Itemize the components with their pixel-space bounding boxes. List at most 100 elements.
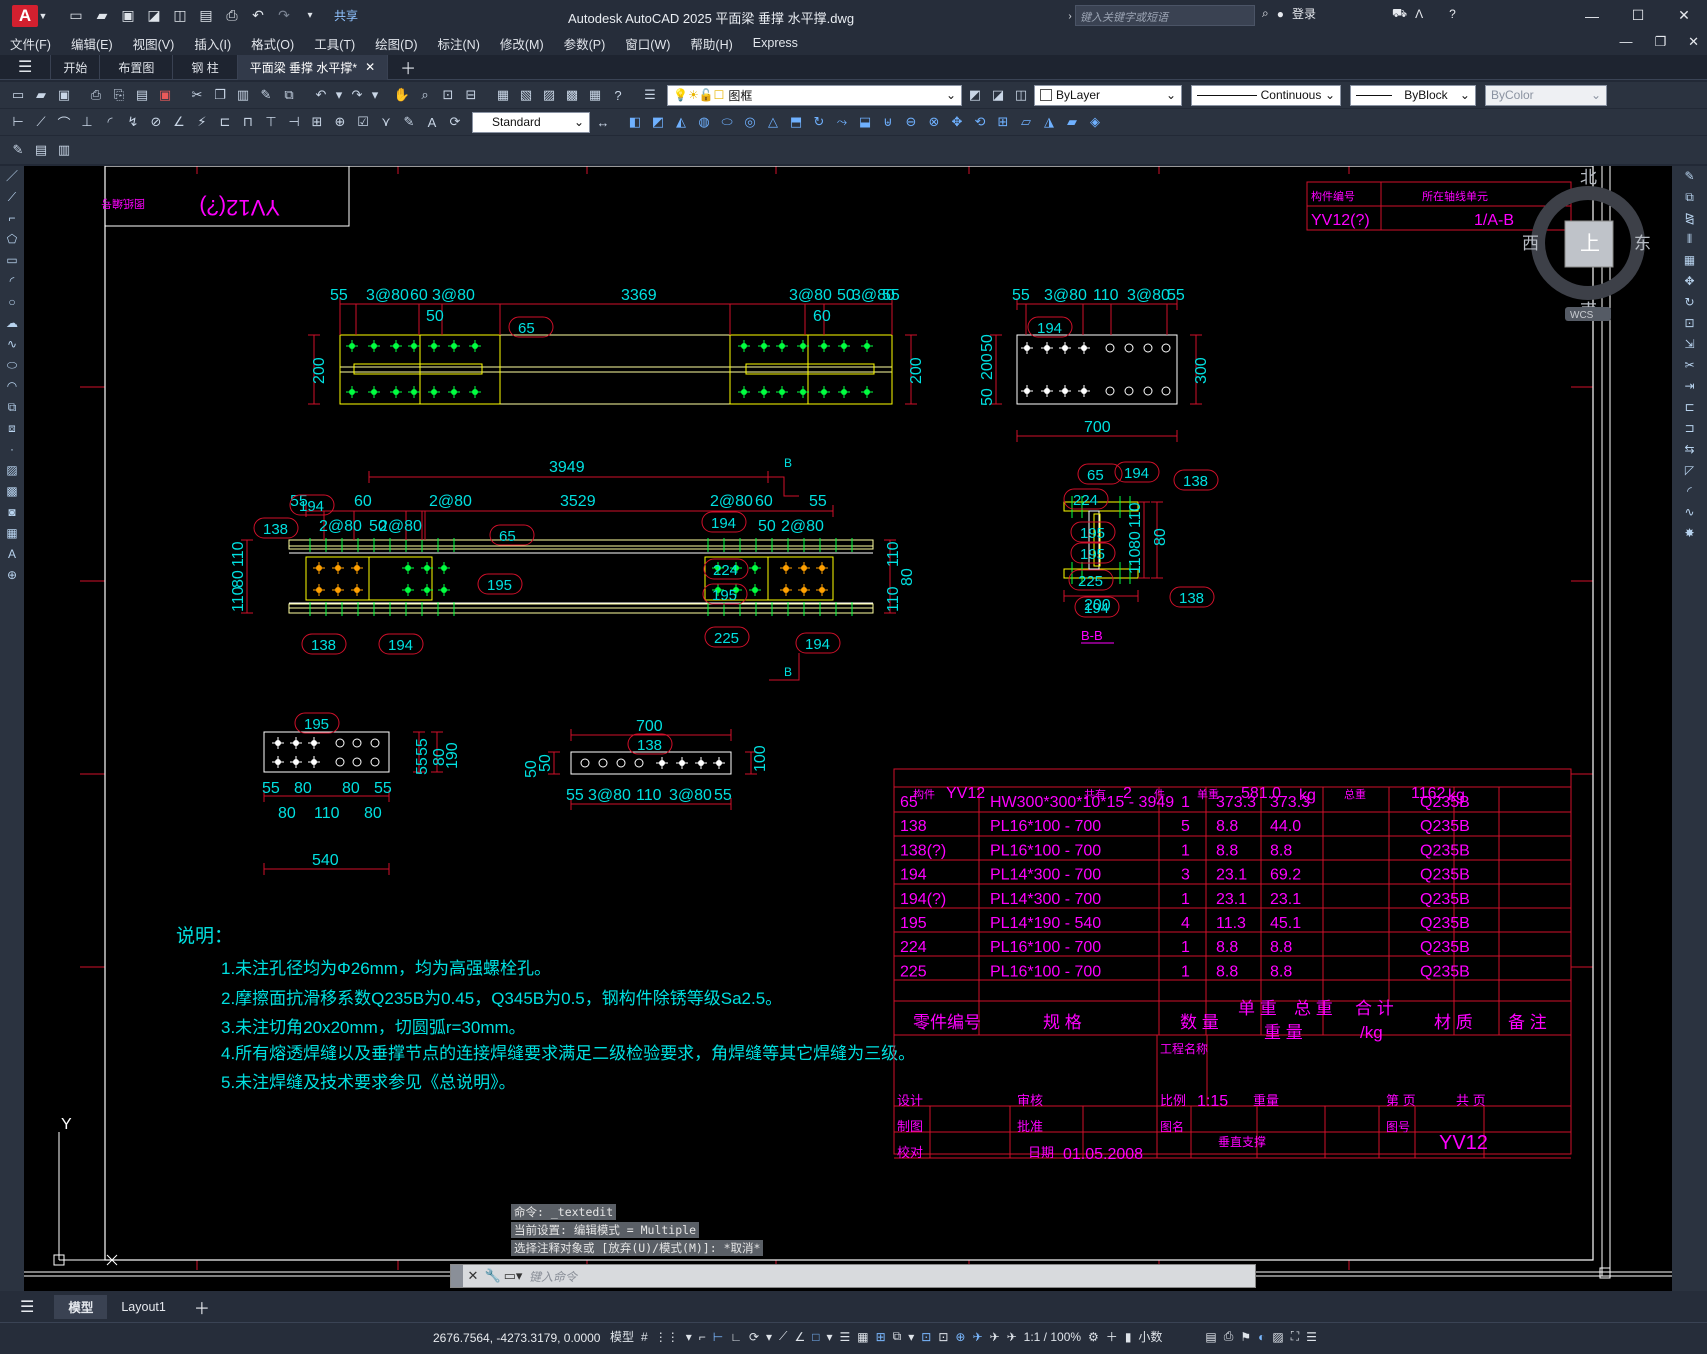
tab-steel-column[interactable]: 钢 柱 — [173, 54, 238, 80]
menu-dimension[interactable]: 标注(N) — [428, 34, 490, 53]
sweep-icon[interactable]: ⤳ — [832, 112, 852, 132]
annotation-scale-icon[interactable]: ✈ — [1007, 1330, 1017, 1344]
dim-angular-icon[interactable]: ∠ — [169, 112, 189, 132]
insert-block-icon[interactable]: ⧉ — [0, 397, 24, 418]
erase-icon[interactable]: ✎ — [1672, 166, 1707, 187]
new-tab-icon[interactable]: ＋ — [388, 55, 428, 80]
pdf-icon[interactable]: ▣ — [155, 85, 175, 105]
design-center-icon[interactable]: ▧ — [516, 85, 536, 105]
close-icon[interactable]: ✕ — [1661, 0, 1707, 31]
union-icon[interactable]: ⊎ — [878, 112, 898, 132]
tab-current-drawing[interactable]: 平面梁 垂撑 水平撑* ✕ — [237, 54, 389, 80]
dim-continue-icon[interactable]: ⊓ — [238, 112, 258, 132]
drawing-canvas[interactable]: YV12(?) 图纸编号 构件编号 所在轴线单元 YV12(?) 1/A-B 上… — [24, 166, 1672, 1291]
section-plane-icon[interactable]: ▱ — [1016, 112, 1036, 132]
mirror-icon[interactable]: ⧎ — [1672, 208, 1707, 229]
viewcube-wcs[interactable]: WCS — [1570, 310, 1594, 321]
mtext-icon[interactable]: A — [0, 544, 24, 565]
tab-start[interactable]: 开始 — [51, 54, 101, 80]
menu-file[interactable]: 文件(F) — [0, 34, 61, 53]
publish-icon[interactable]: ▤ — [196, 6, 216, 26]
cone-icon[interactable]: ◭ — [671, 112, 691, 132]
tab-layout1[interactable]: Layout1 — [107, 1295, 179, 1319]
help-icon-tb[interactable]: ? — [608, 85, 628, 105]
menu-format[interactable]: 格式(O) — [241, 34, 304, 53]
user-icon[interactable]: ● — [1277, 7, 1284, 21]
grid-icon[interactable]: # — [641, 1330, 648, 1344]
menu-express[interactable]: Express — [743, 36, 808, 50]
autocad-logo[interactable]: A — [12, 4, 38, 27]
print-icon[interactable]: ⎙ — [222, 6, 242, 26]
slice-icon[interactable]: ◮ — [1039, 112, 1059, 132]
customize-status-icon[interactable]: ☰ — [1306, 1330, 1317, 1344]
zoom-window-icon[interactable]: ⊡ — [438, 85, 458, 105]
menu-view[interactable]: 视图(V) — [123, 34, 185, 53]
zoom-realtime-icon[interactable]: ⌕ — [415, 85, 435, 105]
attmanager-icon[interactable]: ▥ — [54, 140, 74, 160]
region-icon[interactable]: ◙ — [0, 502, 24, 523]
dim-linear-icon[interactable]: ⊢ — [8, 112, 28, 132]
dim-space-icon[interactable]: ⊤ — [261, 112, 281, 132]
block-attr-icon[interactable]: ▤ — [31, 140, 51, 160]
array-icon[interactable]: ▦ — [1672, 250, 1707, 271]
layer-combo[interactable]: 💡☀🔓☐ 图框 ⌄ — [667, 84, 962, 106]
pyramid-icon[interactable]: △ — [763, 112, 783, 132]
match-prop-icon[interactable]: ✎ — [256, 85, 276, 105]
annotation-visibility-icon[interactable]: ✈ — [972, 1330, 982, 1344]
quick-properties-icon[interactable]: ▤ — [1205, 1330, 1216, 1344]
clean-screen-icon[interactable]: ⛶ — [1291, 1329, 1299, 1344]
model-space-button[interactable]: 模型 — [610, 1328, 634, 1345]
annotation-scale-value[interactable]: 1:1 / 100% — [1024, 1330, 1081, 1344]
extend-icon[interactable]: ⇥ — [1672, 376, 1707, 397]
dynamic-ucs-icon[interactable]: ⊡ — [921, 1330, 931, 1344]
plus-icon[interactable]: ＋ — [1106, 1328, 1118, 1345]
dim-ordinate-icon[interactable]: ⊥ — [77, 112, 97, 132]
rotate-icon[interactable]: ↻ — [1672, 292, 1707, 313]
make-current-layer-icon[interactable]: ◩ — [965, 85, 985, 105]
revolve-icon[interactable]: ↻ — [809, 112, 829, 132]
dim-update-icon[interactable]: ⟳ — [445, 112, 465, 132]
layer-previous-icon[interactable]: ◪ — [988, 85, 1008, 105]
polyline-icon[interactable]: ⌐ — [0, 208, 24, 229]
viewcube-west[interactable]: 西 — [1522, 234, 1539, 253]
linetype-combo[interactable]: Continuous ⌄ — [1191, 84, 1341, 106]
wedge-icon[interactable]: ◩ — [648, 112, 668, 132]
redo-icon[interactable]: ↷ — [274, 6, 294, 26]
break-icon[interactable]: ⊐ — [1672, 418, 1707, 439]
menu-edit[interactable]: 编辑(E) — [61, 34, 123, 53]
move-icon[interactable]: ✥ — [1672, 271, 1707, 292]
command-line[interactable]: ✕ 🔧 ▭▾ 键入命令 — [450, 1264, 1256, 1288]
isodraft-icon[interactable]: ⟋ — [779, 1329, 787, 1344]
fillet-icon[interactable]: ◜ — [1672, 481, 1707, 502]
publish-icon-tb[interactable]: ▤ — [132, 85, 152, 105]
polar-icon[interactable]: ⟳ — [749, 1330, 759, 1344]
torus-icon[interactable]: ◎ — [740, 112, 760, 132]
dropdown-arrow-icon[interactable]: ▾ — [686, 1330, 692, 1344]
rectangle-icon[interactable]: ▭ — [0, 250, 24, 271]
gradient-icon[interactable]: ▩ — [0, 481, 24, 502]
arc-icon[interactable]: ◜ — [0, 271, 24, 292]
ellipse-arc-icon[interactable]: ◠ — [0, 376, 24, 397]
cart-icon[interactable]: ⛟ — [1392, 6, 1407, 22]
login-button[interactable]: 登录 — [1292, 5, 1316, 22]
sphere-icon[interactable]: ◍ — [694, 112, 714, 132]
isolate-objects-icon[interactable]: ⚑ — [1240, 1330, 1251, 1344]
line-icon[interactable]: ／ — [0, 166, 24, 187]
lock-ui-icon[interactable]: ⎙ — [1224, 1329, 1234, 1344]
open-folder-icon[interactable]: ▰ — [92, 6, 112, 26]
loft-icon[interactable]: ⬓ — [855, 112, 875, 132]
object-snap-tracking-icon[interactable]: ∠ — [794, 1330, 805, 1344]
viewcube-top[interactable]: 上 — [1580, 232, 1600, 255]
explode-icon[interactable]: ✸ — [1672, 523, 1707, 544]
text-style-combo[interactable]: Standard ⌄ — [472, 111, 590, 133]
cylinder-icon[interactable]: ⬭ — [717, 112, 737, 132]
hardware-accel-icon[interactable]: ◐ — [1258, 1330, 1265, 1344]
new-file-icon[interactable]: ▭ — [66, 6, 86, 26]
selection-filter-icon[interactable]: ⊡ — [938, 1330, 948, 1344]
revcloud-icon[interactable]: ☁ — [0, 313, 24, 334]
dropdown-arrow-icon[interactable]: ▾ — [908, 1330, 914, 1344]
save-icon-tb[interactable]: ▣ — [54, 85, 74, 105]
new-icon[interactable]: ▭ — [8, 85, 28, 105]
copy-object-icon[interactable]: ⧉ — [1672, 187, 1707, 208]
menu-draw[interactable]: 绘图(D) — [365, 34, 427, 53]
